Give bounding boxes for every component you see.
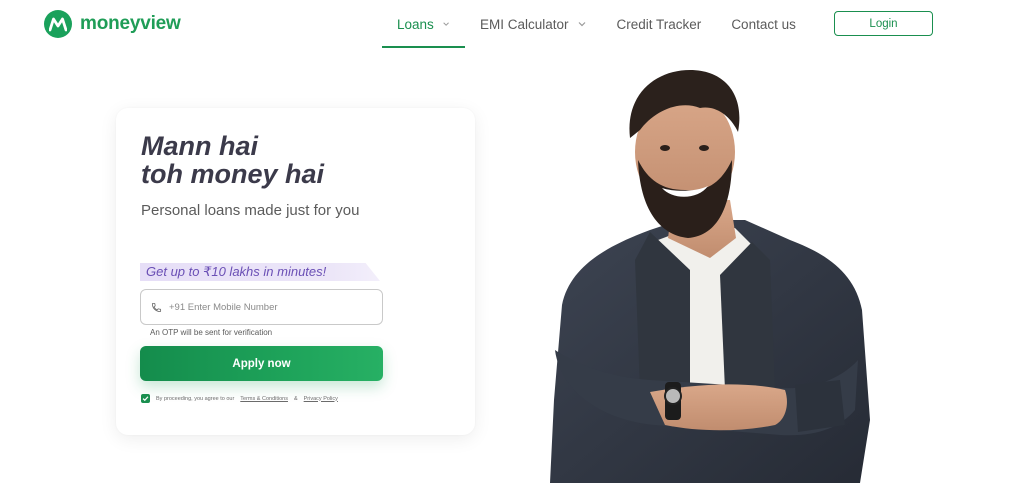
chevron-down-icon — [443, 22, 449, 26]
headline-line-1: Mann hai — [141, 131, 259, 161]
apply-now-button[interactable]: Apply now — [140, 346, 383, 381]
brand-logo[interactable]: moneyview — [44, 10, 181, 38]
brand-ambassador-image — [550, 70, 870, 483]
privacy-policy-link[interactable]: Privacy Policy — [304, 396, 338, 402]
nav-item-label: Credit Tracker — [616, 16, 702, 32]
moneyview-logo-icon — [44, 10, 72, 38]
check-icon — [142, 396, 149, 402]
terms-link[interactable]: Terms & Conditions — [240, 396, 288, 402]
hero-headline: Mann hai toh money hai — [141, 132, 324, 188]
hero-subheadline: Personal loans made just for you — [141, 202, 360, 219]
brand-name: moneyview — [80, 13, 181, 34]
otp-note: An OTP will be sent for verification — [150, 328, 273, 337]
nav-item-label: Contact us — [731, 16, 796, 32]
nav-item-credit-tracker[interactable]: Credit Tracker — [617, 0, 702, 48]
consent-checkbox[interactable] — [141, 394, 150, 403]
nav-item-label: EMI Calculator — [480, 16, 569, 32]
nav-item-contact-us[interactable]: Contact us — [731, 0, 796, 48]
chevron-down-icon — [578, 22, 585, 27]
login-button[interactable]: Login — [834, 11, 933, 36]
promo-banner: Get up to ₹10 lakhs in minutes! — [140, 263, 380, 281]
loan-signup-card: Mann hai toh money hai Personal loans ma… — [116, 108, 475, 435]
phone-icon — [151, 302, 162, 312]
main-nav: Loans EMI Calculator Credit Tracker Cont… — [382, 0, 796, 48]
nav-item-loans[interactable]: Loans — [382, 0, 465, 48]
nav-item-emi-calculator[interactable]: EMI Calculator — [465, 0, 587, 48]
mobile-number-field[interactable] — [140, 289, 383, 325]
consent-text: By proceeding, you agree to our — [156, 395, 235, 402]
consent-join: & — [293, 395, 298, 402]
headline-line-2: toh money hai — [141, 159, 325, 189]
mobile-number-input[interactable] — [169, 301, 369, 313]
nav-item-label: Loans — [397, 16, 434, 32]
consent-row: By proceeding, you agree to our Terms & … — [141, 394, 338, 403]
site-header: moneyview Loans EMI Calculator Credit Tr… — [0, 0, 1024, 52]
